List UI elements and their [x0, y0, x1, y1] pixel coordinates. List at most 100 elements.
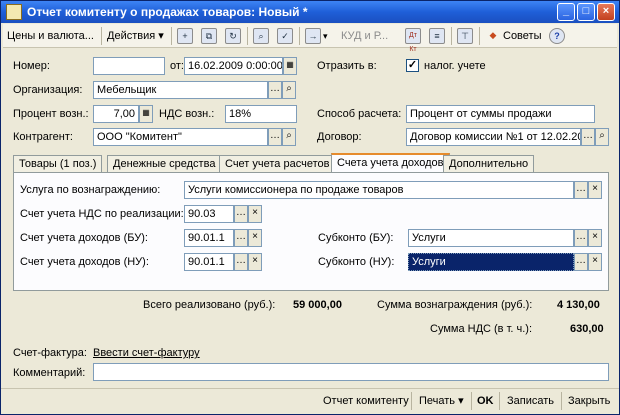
total-sold-value: 59 000,00 [293, 299, 342, 311]
tips-button[interactable]: Советы [503, 27, 541, 45]
refresh-icon[interactable]: ↻ [225, 28, 241, 44]
copy-icon[interactable]: ⧉ [201, 28, 217, 44]
prices-currency-button[interactable]: Цены и валюта... [7, 27, 94, 45]
tab-additional[interactable]: Дополнительно [443, 155, 535, 172]
toolbar-separator [471, 392, 472, 410]
clear-icon[interactable]: × [588, 181, 602, 199]
organization-label: Организация: [13, 84, 83, 96]
toolbar-separator [499, 392, 500, 410]
subconto-nu-label: Субконто (НУ): [318, 256, 395, 268]
document-icon [6, 4, 22, 20]
maximize-button[interactable]: □ [577, 3, 595, 21]
dropdown-arrow-icon[interactable]: ▾ [323, 27, 328, 45]
organization-field[interactable]: Мебельщик [93, 81, 268, 99]
income-bu-field[interactable]: 90.01.1 [184, 229, 234, 247]
select-ellipsis-icon[interactable]: … [234, 253, 248, 271]
post-icon[interactable]: ✓ [277, 28, 293, 44]
reward-sum-label: Сумма вознаграждения (руб.): [377, 299, 533, 311]
vat-sum-value: 630,00 [570, 323, 604, 335]
calculation-method-select[interactable]: Процент от суммы продажи [406, 105, 595, 123]
total-sold-label: Всего реализовано (руб.): [143, 299, 276, 311]
number-label: Номер: [13, 60, 50, 72]
clear-icon[interactable]: × [588, 253, 602, 271]
close-form-button[interactable]: Закрыть [568, 392, 610, 410]
tax-accounting-label: налог. учете [424, 60, 486, 72]
toolbar-separator [561, 392, 562, 410]
toolbar-separator [171, 27, 172, 45]
bottom-bar: Отчет комитенту Печать ▾ OK Записать Зак… [1, 388, 619, 412]
select-ellipsis-icon[interactable]: … [574, 181, 588, 199]
number-field[interactable] [93, 57, 165, 75]
save-button[interactable]: Записать [507, 392, 554, 410]
select-ellipsis-icon[interactable]: … [574, 253, 588, 271]
find-icon[interactable]: ⌕ [253, 28, 269, 44]
tab-settlement-accounts[interactable]: Счет учета расчетов [219, 155, 336, 172]
clear-icon[interactable]: × [588, 229, 602, 247]
comment-field[interactable] [93, 363, 609, 381]
select-ellipsis-icon[interactable]: … [574, 229, 588, 247]
select-ellipsis-icon[interactable]: … [234, 205, 248, 223]
date-from-label: от: [170, 60, 184, 72]
tax-accounting-checkbox[interactable]: ✓ [406, 59, 419, 72]
percent-label: Процент возн.: [13, 108, 89, 120]
toolbar-separator [451, 27, 452, 45]
search-icon[interactable]: ⌕ [595, 128, 609, 146]
calculation-method-label: Способ расчета: [317, 108, 402, 120]
vat-sum-label: Сумма НДС (в т. ч.): [430, 323, 533, 335]
subconto-nu-field[interactable]: Услуги [408, 253, 574, 271]
income-accounts-panel: Услуга по вознаграждению: Услуги комисси… [13, 172, 609, 291]
kud-button[interactable]: КУД и Р... [341, 27, 388, 45]
toolbar-separator [299, 27, 300, 45]
window-title: Отчет комитенту о продажах товаров: Новы… [27, 5, 308, 19]
dtkt-icon[interactable]: Дт Кт [405, 28, 421, 53]
clear-icon[interactable]: × [248, 229, 262, 247]
income-nu-field[interactable]: 90.01.1 [184, 253, 234, 271]
vat-rate-select[interactable]: 18% [225, 105, 297, 123]
contractor-field[interactable]: ООО "Комитент" [93, 128, 268, 146]
calendar-icon[interactable]: ▦ [283, 57, 297, 75]
clear-icon[interactable]: × [248, 205, 262, 223]
tab-goods[interactable]: Товары (1 поз.) [13, 155, 103, 172]
subconto-bu-label: Субконто (БУ): [318, 232, 394, 244]
tab-money[interactable]: Денежные средства [107, 155, 222, 172]
percent-field[interactable]: 7,00 [93, 105, 139, 123]
service-label: Услуга по вознаграждению: [20, 184, 161, 196]
tab-income-accounts[interactable]: Счета учета доходов [331, 153, 450, 173]
date-field[interactable]: 16.02.2009 0:00:00 [184, 57, 283, 75]
subconto-bu-field[interactable]: Услуги [408, 229, 574, 247]
print-button[interactable]: Печать ▾ [419, 392, 464, 410]
help-icon[interactable]: ? [549, 28, 565, 44]
vat-rate-label: НДС возн.: [159, 108, 215, 120]
clear-icon[interactable]: × [248, 253, 262, 271]
comment-label: Комментарий: [13, 367, 86, 379]
ok-button[interactable]: OK [477, 392, 494, 410]
toolbar: Цены и валюта... Действия ▾ + ⧉ ↻ ⌕ ✓ → … [3, 24, 617, 53]
select-ellipsis-icon[interactable]: … [581, 128, 595, 146]
search-icon[interactable]: ⌕ [282, 128, 296, 146]
toolbar-separator [411, 392, 412, 410]
enter-based-icon[interactable]: → [305, 28, 321, 44]
enter-invoice-link[interactable]: Ввести счет-фактуру [93, 347, 200, 359]
service-field[interactable]: Услуги комиссионера по продаже товаров [184, 181, 574, 199]
reward-sum-value: 4 130,00 [557, 299, 600, 311]
minimize-button[interactable]: _ [557, 3, 575, 21]
contractor-label: Контрагент: [13, 131, 73, 143]
calculator-icon[interactable]: ▦ [139, 105, 153, 123]
window: Отчет комитенту о продажах товаров: Новы… [0, 0, 620, 415]
journal-icon[interactable]: ≡ [429, 28, 445, 44]
vat-account-label: Счет учета НДС по реализации: [20, 208, 184, 220]
select-ellipsis-icon[interactable]: … [268, 128, 282, 146]
contract-field[interactable]: Договор комиссии №1 от 12.02.2009 [406, 128, 581, 146]
select-ellipsis-icon[interactable]: … [268, 81, 282, 99]
income-nu-label: Счет учета доходов (НУ): [20, 256, 149, 268]
add-icon[interactable]: + [177, 28, 193, 44]
income-bu-label: Счет учета доходов (БУ): [20, 232, 148, 244]
report-button[interactable]: Отчет комитенту [323, 392, 409, 410]
toolbar-separator [247, 27, 248, 45]
close-button[interactable]: × [597, 3, 615, 21]
vat-account-field[interactable]: 90.03 [184, 205, 234, 223]
select-ellipsis-icon[interactable]: … [234, 229, 248, 247]
structure-icon[interactable]: ⊤ [457, 28, 473, 44]
search-icon[interactable]: ⌕ [282, 81, 296, 99]
actions-menu[interactable]: Действия ▾ [107, 27, 164, 45]
